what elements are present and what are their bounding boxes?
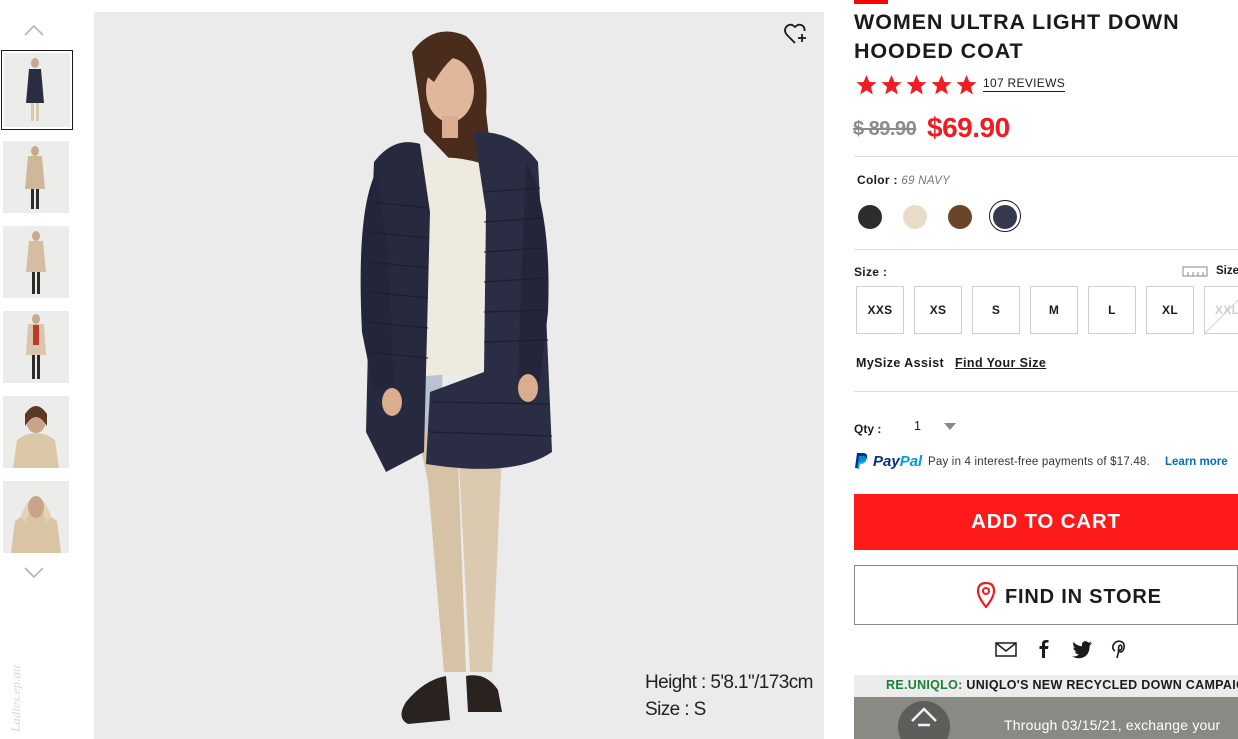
sale-price: $69.90 (927, 112, 1010, 143)
banner-text: Through 03/15/21, exchange your (1004, 717, 1221, 733)
paypal-learn-more-link[interactable]: Learn more (1165, 456, 1228, 468)
thumbnail-5[interactable] (3, 396, 69, 468)
mysize-assist-label: MySize Assist (856, 356, 945, 370)
size-option-xs[interactable]: XS (914, 286, 962, 334)
banner-title-text: UNIQLO'S NEW RECYCLED DOWN CAMPAIGN (966, 678, 1238, 692)
paypal-message: Pay in 4 interest-free payments of $17.4… (928, 456, 1150, 468)
quantity-label: Qty : (854, 422, 882, 436)
thumbnail-1[interactable] (1, 50, 73, 130)
color-swatch-black[interactable] (858, 205, 882, 229)
find-in-store-button[interactable]: FIND IN STORE (854, 565, 1238, 625)
size-chart-link[interactable]: Size (1216, 265, 1238, 277)
thumbnail-2[interactable] (3, 141, 69, 213)
size-option-xxs[interactable]: XXS (856, 286, 904, 334)
color-selected-value: 69 NAVY (901, 175, 951, 187)
thumbnail-image (26, 231, 46, 294)
thumbnail-image (11, 496, 61, 553)
add-to-cart-button[interactable]: ADD TO CART (854, 494, 1238, 550)
banner-brand: RE.UNIQLO: (886, 678, 963, 692)
divider (854, 391, 1238, 392)
size-option-s[interactable]: S (972, 286, 1020, 334)
color-swatch-navy[interactable] (993, 205, 1017, 229)
rating-stars (854, 74, 979, 96)
thumbnail-4[interactable] (3, 311, 69, 383)
chevron-up-icon[interactable] (24, 23, 44, 37)
size-label: Size : (854, 265, 888, 279)
star-icon (856, 75, 877, 95)
thumbnail-3[interactable] (3, 226, 69, 298)
star-icon (956, 75, 977, 95)
product-title: WOMEN ULTRA LIGHT DOWN HOODED COAT (854, 10, 1180, 63)
size-option-m[interactable]: M (1030, 286, 1078, 334)
quantity-select-value[interactable]: 1 (914, 419, 921, 433)
reviews-link[interactable]: 107 REVIEWS (983, 76, 1065, 92)
paypal-logo-pal: Pal (899, 452, 923, 470)
color-swatch-beige[interactable] (903, 205, 927, 229)
size-option-xl[interactable]: XL (1146, 286, 1194, 334)
banner-image: Through 03/15/21, exchange your (854, 697, 1238, 739)
thumbnail-image (13, 406, 59, 468)
paypal-icon (855, 453, 868, 469)
chevron-down-icon[interactable] (24, 566, 44, 580)
thumbnail-image (25, 146, 45, 209)
divider (854, 249, 1238, 250)
watermark: Ladies.ep.au (8, 665, 23, 732)
image-caption-size: Size : S (645, 699, 706, 720)
find-in-store-label: FIND IN STORE (1005, 586, 1162, 608)
location-pin-icon (976, 582, 996, 608)
color-label: Color : 69 NAVY (857, 173, 950, 187)
find-your-size-link[interactable]: Find Your Size (955, 356, 1046, 370)
thumbnail-6[interactable] (3, 481, 69, 553)
paypal-logo-pay: Pay (873, 452, 900, 470)
color-swatch-brown[interactable] (948, 205, 972, 229)
star-icon (906, 75, 927, 95)
dropdown-arrow-icon[interactable] (944, 423, 956, 430)
unavailable-strike (1205, 299, 1238, 333)
email-icon[interactable] (995, 639, 1017, 659)
divider (854, 156, 1238, 157)
main-product-image[interactable]: Height : 5'8.1"/173cm Size : S (94, 12, 824, 739)
model-illustration (360, 31, 553, 724)
banner-title: RE.UNIQLO: UNIQLO'S NEW RECYCLED DOWN CA… (886, 678, 1238, 692)
image-caption-height: Height : 5'8.1"/173cm (645, 672, 813, 693)
star-icon (881, 75, 902, 95)
thumbnail-image (26, 58, 44, 121)
twitter-icon[interactable] (1071, 639, 1093, 659)
reuniqlo-campaign-banner[interactable]: RE.UNIQLO: UNIQLO'S NEW RECYCLED DOWN CA… (854, 675, 1238, 739)
header-accent-bar (854, 0, 888, 4)
recycle-logo-icon (898, 701, 950, 739)
star-icon (931, 75, 952, 95)
size-option-xxl-unavailable[interactable]: XXL (1204, 286, 1238, 334)
facebook-icon[interactable] (1032, 639, 1054, 659)
original-price: $ 89.90 (853, 118, 917, 140)
ruler-icon[interactable] (1182, 264, 1208, 278)
thumbnail-image (26, 314, 46, 379)
paypal-logo: Pay Pal (854, 452, 922, 470)
pinterest-icon[interactable] (1107, 639, 1129, 659)
add-to-wishlist-heart-icon[interactable] (783, 21, 809, 47)
size-option-l[interactable]: L (1088, 286, 1136, 334)
color-label-text: Color : (857, 173, 898, 187)
